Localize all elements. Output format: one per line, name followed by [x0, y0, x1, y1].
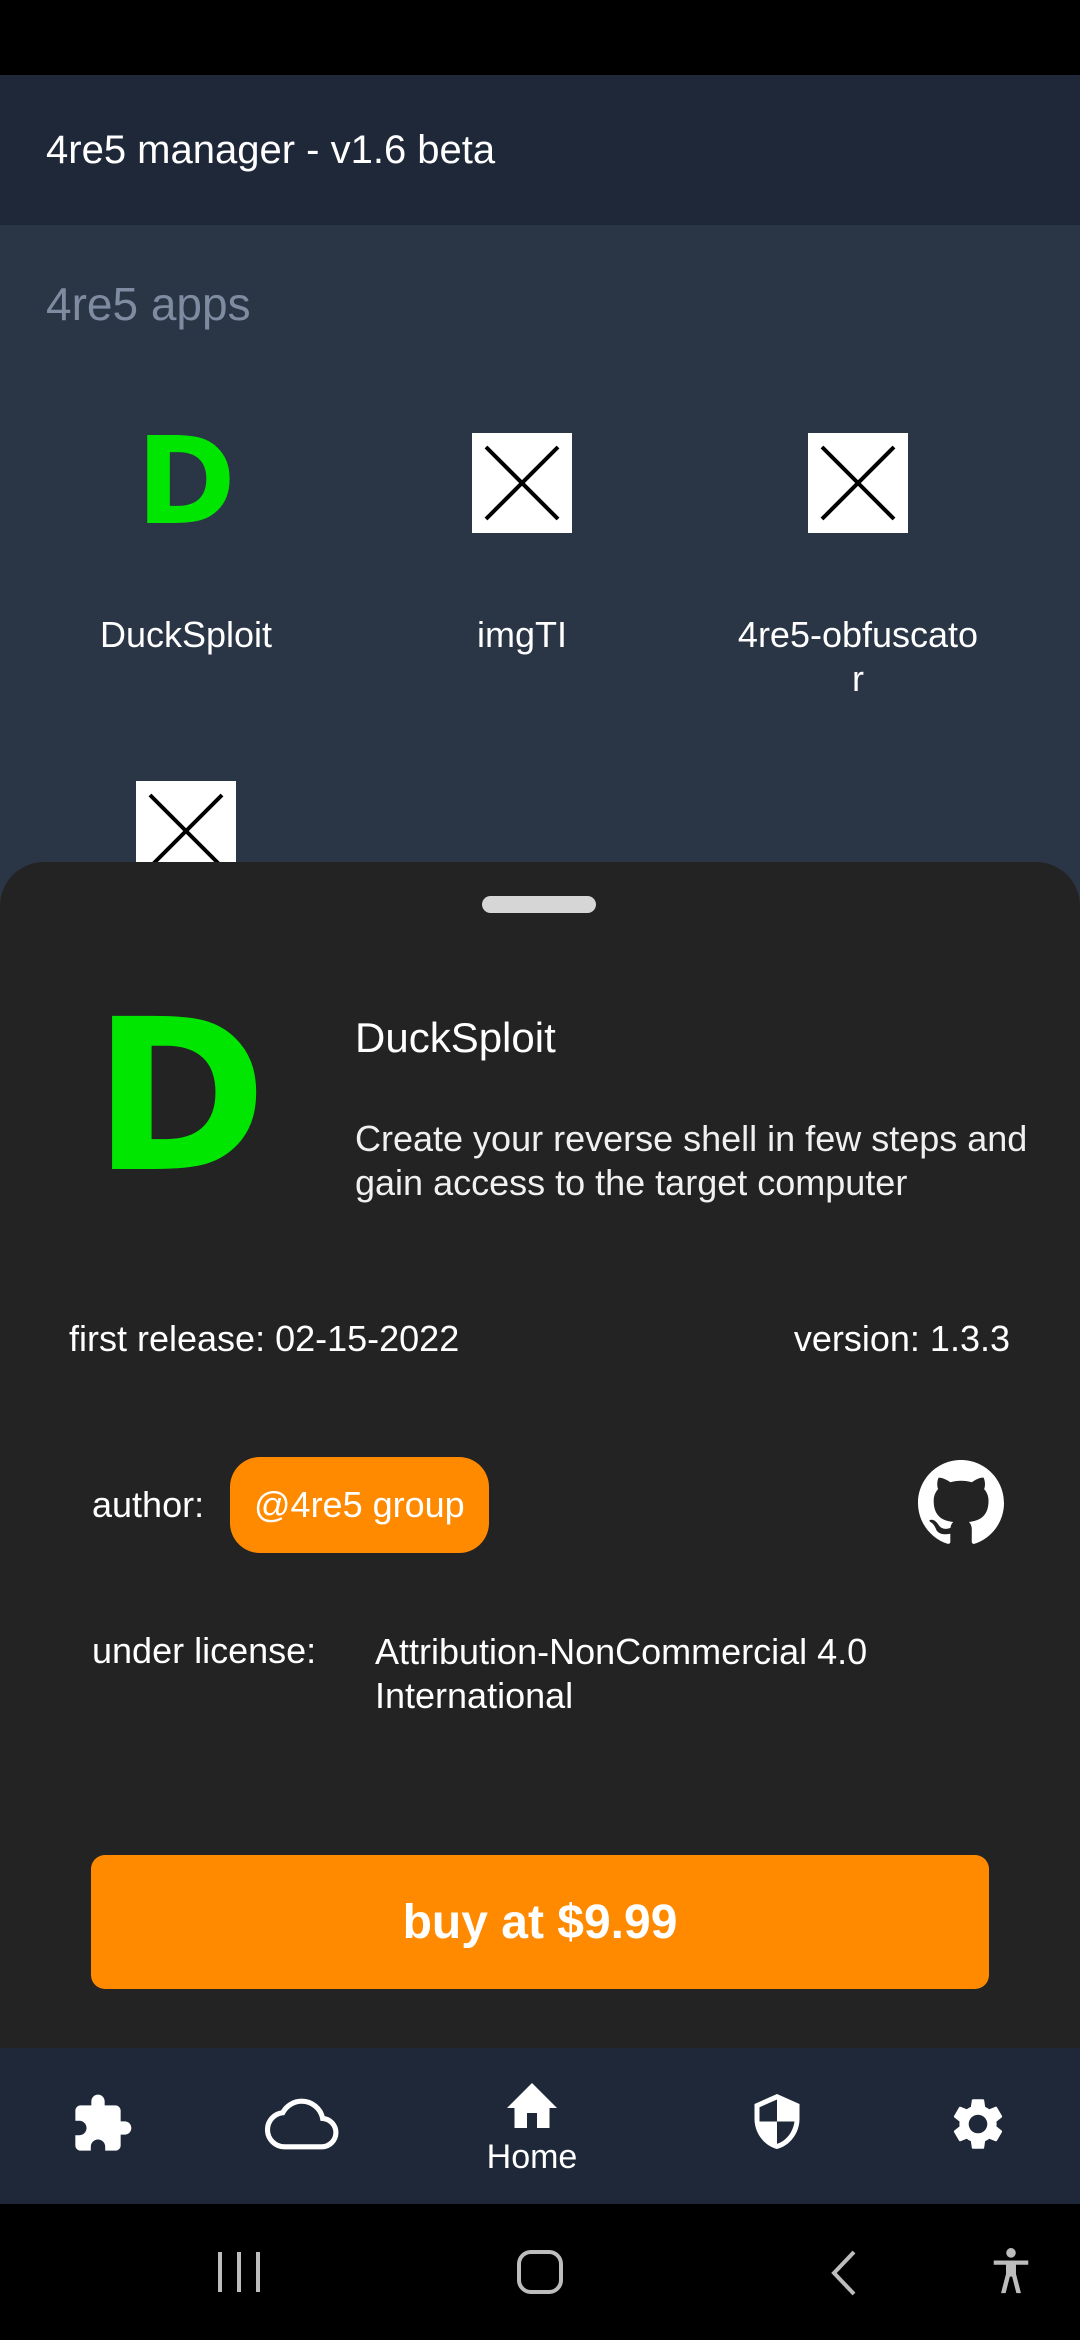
- accessibility-icon[interactable]: [988, 2244, 1034, 2305]
- home-circle-icon[interactable]: [515, 2248, 565, 2301]
- d-logo-icon: D: [92, 974, 268, 1219]
- app-tile-ducksploit[interactable]: D DuckSploit: [21, 413, 351, 657]
- shield-icon: [747, 2091, 807, 2162]
- license-label: under license:: [92, 1630, 317, 1671]
- recent-apps-icon[interactable]: [214, 2250, 264, 2299]
- sheet-app-description: Create your reverse shell in few steps a…: [355, 1118, 1028, 1203]
- nav-label-home: Home: [486, 2138, 578, 2176]
- back-icon[interactable]: [826, 2248, 860, 2303]
- broken-image-icon: [472, 433, 572, 533]
- author-label: author:: [92, 1484, 205, 1525]
- app-title: 4re5 manager - v1.6 beta: [46, 127, 496, 172]
- app-tile-imgti[interactable]: imgTI: [357, 433, 687, 657]
- app-name: imgTI: [477, 614, 567, 655]
- nav-item-security[interactable]: [727, 2048, 827, 2204]
- status-bar: [0, 0, 1080, 75]
- puzzle-icon: [70, 2092, 134, 2161]
- buy-button[interactable]: buy at $9.99: [91, 1855, 989, 1989]
- bottom-nav: Home: [0, 2048, 1080, 2204]
- app-bar: 4re5 manager - v1.6 beta: [0, 75, 1080, 225]
- gear-icon: [947, 2093, 1009, 2160]
- system-nav-bar: [0, 2204, 1080, 2340]
- nav-item-extensions[interactable]: [52, 2048, 152, 2204]
- d-logo-icon: D: [136, 413, 236, 552]
- sheet-app-title: DuckSploit: [355, 1014, 556, 1061]
- app-tile-obfuscator[interactable]: 4re5-obfuscator: [693, 433, 1023, 701]
- nav-item-home[interactable]: Home: [452, 2048, 612, 2204]
- nav-item-settings[interactable]: [928, 2048, 1028, 2204]
- first-release: first release: 02-15-2022: [69, 1318, 460, 1359]
- home-icon: [502, 2075, 562, 2136]
- app-name: 4re5-obfuscator: [737, 614, 979, 699]
- section-title: 4re5 apps: [46, 278, 251, 330]
- app-name: DuckSploit: [99, 614, 273, 655]
- version: version: 1.3.3: [793, 1318, 1010, 1359]
- nav-item-cloud[interactable]: [252, 2048, 352, 2204]
- license-value: Attribution-NonCommercial 4.0 Internatio…: [375, 1631, 868, 1716]
- cloud-icon: [264, 2094, 339, 2159]
- sheet-drag-handle[interactable]: [482, 896, 596, 913]
- broken-image-icon: [808, 433, 908, 533]
- author-chip[interactable]: @4re5 group: [230, 1457, 489, 1553]
- github-icon[interactable]: [918, 1460, 1004, 1546]
- app-detail-sheet: D DuckSploit Create your reverse shell i…: [0, 862, 1080, 2048]
